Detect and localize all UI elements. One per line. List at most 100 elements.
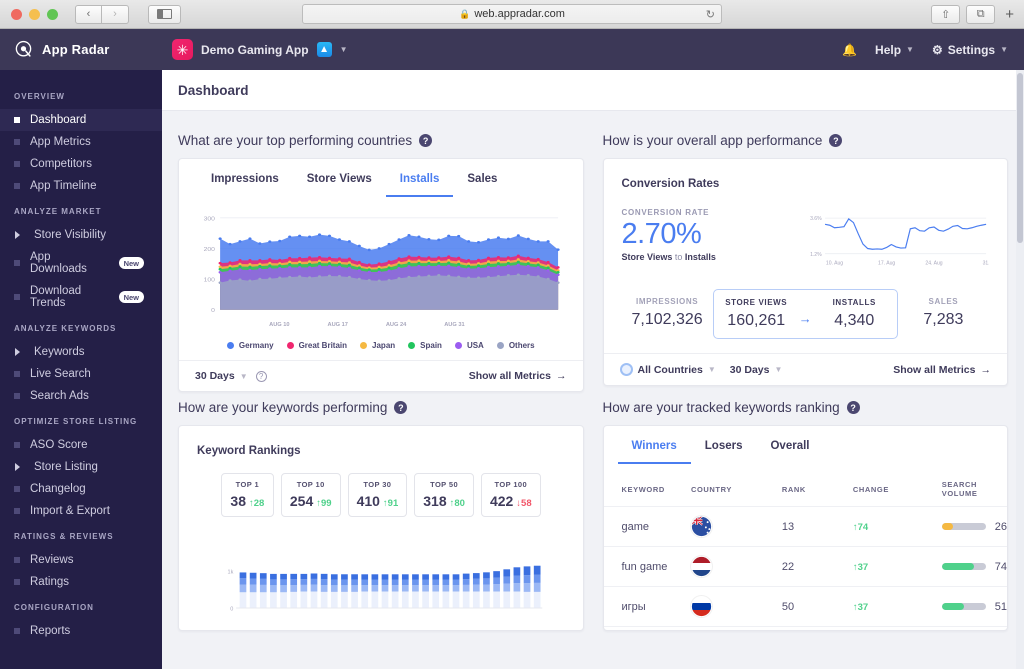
column-header-change[interactable]: CHANGE bbox=[853, 464, 942, 507]
bullet-icon bbox=[14, 294, 20, 300]
tab-overview-icon[interactable]: ⧉ bbox=[966, 4, 996, 24]
help-icon[interactable]: ? bbox=[394, 401, 408, 414]
cell-country bbox=[690, 586, 782, 627]
tab-winners[interactable]: Winners bbox=[617, 426, 691, 464]
tab-sales[interactable]: Sales bbox=[453, 159, 511, 197]
column-header-country[interactable]: COUNTRY bbox=[691, 464, 782, 507]
question-icon[interactable]: ? bbox=[255, 370, 267, 382]
performance-section-head: How is your overall app performance ? bbox=[603, 133, 1009, 148]
brand[interactable]: App Radar bbox=[0, 40, 162, 59]
cell-keyword: fun game bbox=[603, 546, 691, 587]
sidebar-item-dashboard[interactable]: Dashboard bbox=[0, 109, 162, 131]
tab-overall[interactable]: Overall bbox=[756, 426, 823, 464]
show-all-metrics-link[interactable]: Show all Metrics → bbox=[469, 370, 567, 382]
legend-item[interactable]: Japan bbox=[360, 341, 395, 350]
column-header-keyword[interactable]: KEYWORD bbox=[604, 464, 691, 507]
tab-impressions[interactable]: Impressions bbox=[197, 159, 293, 197]
table-row[interactable]: arcade game 51↑3611 bbox=[603, 626, 1007, 630]
sidebar-item-app-metrics[interactable]: App Metrics bbox=[0, 131, 162, 153]
legend-item[interactable]: Others bbox=[496, 341, 535, 350]
metric-impressions[interactable]: IMPRESSIONS 7,102,326 bbox=[622, 289, 713, 339]
sidebar-item-changelog[interactable]: Changelog bbox=[0, 478, 162, 500]
rank-box-top-30[interactable]: TOP 30 410 ↑91 bbox=[347, 473, 408, 517]
sidebar-item-search-ads[interactable]: Search Ads bbox=[0, 385, 162, 407]
reload-icon[interactable]: ↻ bbox=[706, 8, 715, 21]
help-icon[interactable]: ? bbox=[829, 134, 843, 147]
sidebar-item-competitors[interactable]: Competitors bbox=[0, 153, 162, 175]
cell-search-volume: 51 bbox=[941, 586, 1007, 627]
tab-losers[interactable]: Losers bbox=[691, 426, 757, 464]
column-header-rank[interactable]: RANK bbox=[782, 464, 853, 507]
forward-button[interactable]: › bbox=[102, 4, 129, 24]
sidebar-item-download-trends[interactable]: Download Trends New bbox=[0, 280, 162, 314]
notifications-bell-icon[interactable]: 🔔 bbox=[842, 43, 857, 57]
sidebar-item-label: Keywords bbox=[34, 346, 85, 358]
gear-icon: ⚙ bbox=[931, 42, 943, 57]
show-all-metrics-link[interactable]: Show all Metrics → bbox=[893, 364, 991, 376]
table-row[interactable]: игры 50 ↑37 51 bbox=[603, 586, 1007, 627]
cell-search-volume: 11 bbox=[941, 626, 1007, 630]
new-tab-button[interactable]: + bbox=[1001, 6, 1018, 23]
help-icon[interactable]: ? bbox=[846, 401, 860, 414]
arrow-right-icon: → bbox=[980, 363, 992, 376]
help-icon[interactable]: ? bbox=[419, 134, 433, 147]
legend-item[interactable]: Spain bbox=[408, 341, 442, 350]
rank-box-top-10[interactable]: TOP 10 254 ↑99 bbox=[280, 473, 341, 517]
legend-item[interactable]: USA bbox=[454, 341, 484, 350]
country-filter[interactable]: All Countries ▼ bbox=[619, 363, 716, 376]
legend-label: Great Britain bbox=[298, 341, 348, 350]
address-bar[interactable]: 🔒 web.appradar.com ↻ bbox=[302, 4, 722, 24]
legend-label: Others bbox=[508, 341, 535, 350]
column-header-search-volume[interactable]: SEARCH VOLUME bbox=[942, 464, 1007, 507]
sidebar-section-title: ANALYZE MARKET bbox=[14, 207, 102, 216]
store-views-to-installs-group[interactable]: STORE VIEWS 160,261 → INSTALLS 4,340 bbox=[712, 289, 898, 339]
scrollbar-thumb[interactable] bbox=[1017, 73, 1023, 243]
metric-store-views[interactable]: STORE VIEWS 160,261 bbox=[714, 290, 799, 338]
metric-sales[interactable]: SALES 7,283 bbox=[898, 289, 989, 339]
sidebar-item-app-timeline[interactable]: App Timeline bbox=[0, 175, 162, 197]
period-selector[interactable]: 30 Days ▼ bbox=[195, 370, 248, 382]
sidebar-item-label: Search Ads bbox=[30, 390, 89, 402]
cell-change: ↑37 bbox=[852, 586, 942, 627]
main-scrollbar[interactable] bbox=[1016, 70, 1024, 669]
sidebar-item-store-visibility[interactable]: Store Visibility bbox=[0, 224, 162, 246]
app-selector[interactable]: ✳ Demo Gaming App ▲ ▼ bbox=[162, 39, 347, 60]
sidebar-item-reports[interactable]: Reports bbox=[0, 620, 162, 642]
cell-search-volume: 74 bbox=[941, 546, 1007, 587]
tab-installs[interactable]: Installs bbox=[385, 159, 454, 197]
chevron-down-icon: ▼ bbox=[707, 365, 716, 374]
sidebar-item-store-listing[interactable]: Store Listing bbox=[0, 456, 162, 478]
minimize-window-button[interactable] bbox=[29, 8, 40, 20]
sidebar-item-live-search[interactable]: Live Search bbox=[0, 363, 162, 385]
table-row[interactable]: fun game 22 ↑37 74 bbox=[603, 546, 1007, 587]
share-icon[interactable]: ⇧ bbox=[931, 4, 961, 24]
rank-box-top-50[interactable]: TOP 50 318 ↑80 bbox=[414, 473, 474, 517]
cell-keyword: game bbox=[603, 506, 691, 547]
tab-store-views[interactable]: Store Views bbox=[293, 159, 386, 197]
window-traffic-lights[interactable] bbox=[11, 8, 58, 20]
sidebar-item-label: App Timeline bbox=[30, 180, 97, 192]
sidebar-item-ratings[interactable]: Ratings bbox=[0, 571, 162, 593]
settings-menu[interactable]: ⚙ Settings ▼ bbox=[932, 43, 1008, 57]
rank-box-top-1[interactable]: TOP 1 38 ↑28 bbox=[220, 473, 274, 517]
rank-box-top-100[interactable]: TOP 100 422 ↓58 bbox=[480, 473, 541, 517]
period-selector[interactable]: 30 Days ▼ bbox=[730, 364, 783, 376]
help-menu[interactable]: Help ▼ bbox=[875, 43, 914, 57]
sidebar-item-app-downloads[interactable]: App Downloads New bbox=[0, 246, 162, 280]
sidebar-item-aso-score[interactable]: ASO Score bbox=[0, 434, 162, 456]
close-window-button[interactable] bbox=[11, 8, 22, 20]
cell-country bbox=[690, 546, 782, 587]
sidebar-item-reviews[interactable]: Reviews bbox=[0, 549, 162, 571]
metric-installs[interactable]: INSTALLS 4,340 bbox=[812, 290, 897, 338]
table-row[interactable]: game 13 ↑74 26 bbox=[603, 506, 1007, 547]
legend-item[interactable]: Great Britain bbox=[286, 341, 348, 350]
conversion-subtitle: Store Views to Installs bbox=[622, 252, 797, 262]
legend-item[interactable]: Germany bbox=[226, 341, 274, 350]
cell-change: ↑36 bbox=[852, 626, 942, 630]
sidebar-item-import-export[interactable]: Import & Export bbox=[0, 500, 162, 522]
back-button[interactable]: ‹ bbox=[75, 4, 102, 24]
sidebar-toggle-button[interactable] bbox=[148, 4, 181, 24]
sidebar-item-keywords[interactable]: Keywords bbox=[0, 341, 162, 363]
svg-text:17. Aug: 17. Aug bbox=[878, 261, 895, 267]
maximize-window-button[interactable] bbox=[47, 8, 58, 20]
